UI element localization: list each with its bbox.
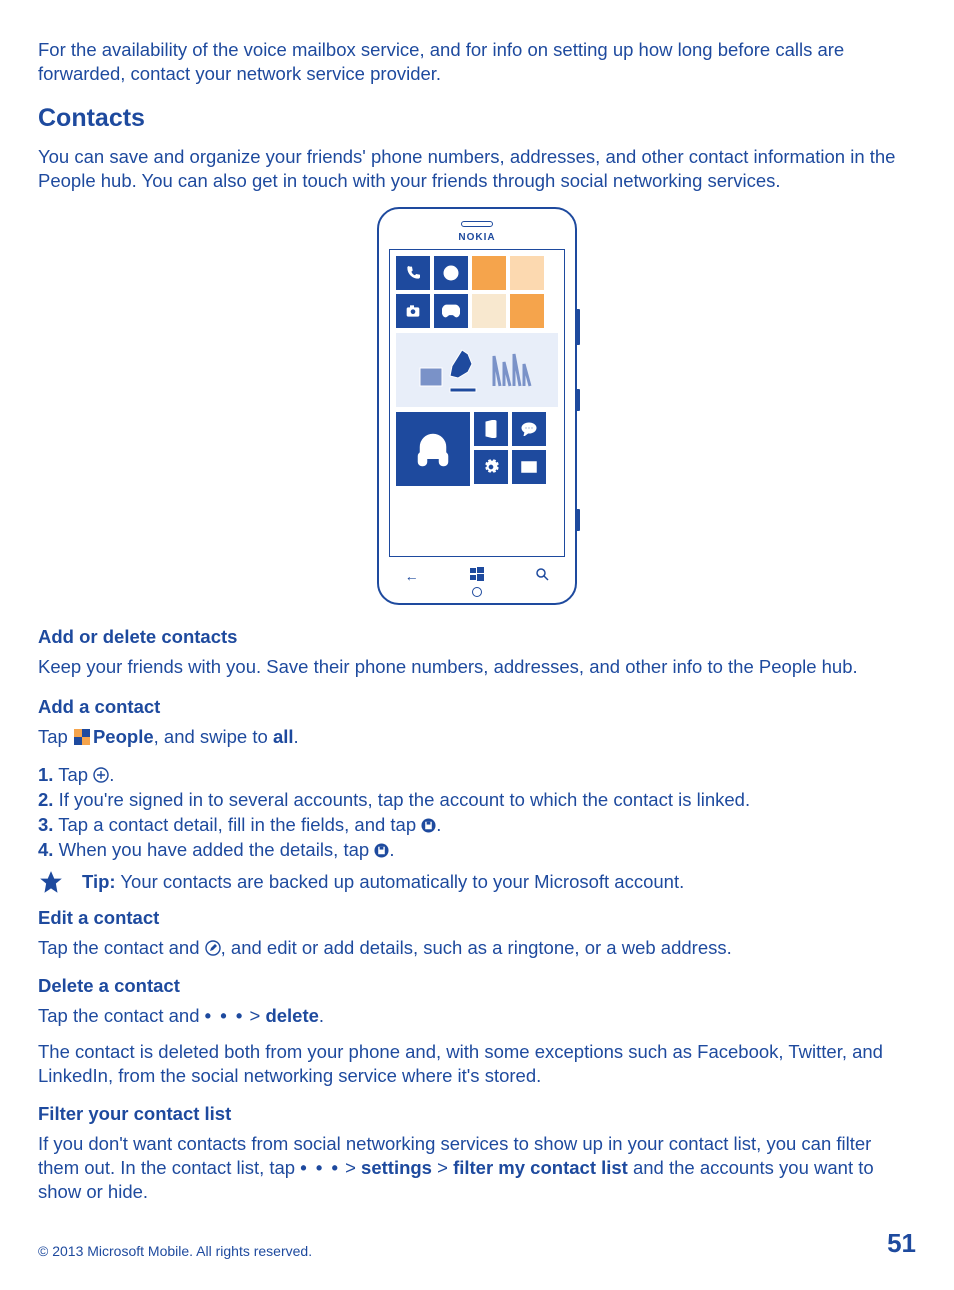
settings-tile-icon: [474, 450, 508, 484]
save-circle-icon: [421, 818, 436, 833]
plus-circle-icon: [93, 767, 109, 783]
search-icon: [535, 567, 549, 585]
ellipsis-icon: • • •: [300, 1157, 340, 1178]
browser-tile-icon: [434, 256, 468, 290]
office-tile-icon: [474, 412, 508, 446]
people-tile-icon: [74, 729, 90, 745]
subheading-filter-list: Filter your contact list: [38, 1102, 916, 1126]
ellipsis-icon: • • •: [205, 1005, 245, 1026]
subheading-edit-contact: Edit a contact: [38, 906, 916, 930]
subheading-add-delete: Add or delete contacts: [38, 625, 916, 649]
games-tile-icon: [434, 294, 468, 328]
messaging-tile-icon: [512, 412, 546, 446]
back-icon: ←: [405, 567, 419, 585]
delete-contact-desc: The contact is deleted both from your ph…: [38, 1040, 916, 1088]
phone-navbar: ←: [379, 565, 575, 587]
tip-callout: Tip: Your contacts are backed up automat…: [38, 870, 916, 896]
filter-list-text: If you don't want contacts from social n…: [38, 1132, 916, 1204]
phone-illustration: NOKIA: [38, 207, 916, 605]
intro-paragraph: For the availability of the voice mailbo…: [38, 38, 916, 86]
step-1: 1. Tap .: [38, 763, 916, 787]
page-number: 51: [887, 1227, 916, 1261]
tip-text: Your contacts are backed up automaticall…: [116, 871, 685, 892]
photos-tile: [396, 333, 558, 407]
tip-label: Tip:: [82, 871, 116, 892]
music-tile-icon: [396, 412, 470, 486]
step-4: 4. When you have added the details, tap …: [38, 838, 916, 862]
contacts-description: You can save and organize your friends' …: [38, 145, 916, 193]
step-2: 2. If you're signed in to several accoun…: [38, 788, 916, 812]
mail-tile-icon: [512, 450, 546, 484]
add-contact-lead: Tap People, and swipe to all.: [38, 725, 916, 749]
save-circle-icon: [374, 843, 389, 858]
phone-tile-icon: [396, 256, 430, 290]
camera-tile-icon: [396, 294, 430, 328]
phone-logo: NOKIA: [379, 231, 575, 244]
step-3: 3. Tap a contact detail, fill in the fie…: [38, 813, 916, 837]
delete-contact-text: Tap the contact and • • • > delete.: [38, 1004, 916, 1028]
copyright-text: © 2013 Microsoft Mobile. All rights rese…: [38, 1242, 312, 1260]
subheading-add-contact: Add a contact: [38, 695, 916, 719]
add-delete-desc: Keep your friends with you. Save their p…: [38, 655, 916, 679]
edit-circle-icon: [205, 940, 221, 956]
section-heading-contacts: Contacts: [38, 102, 916, 135]
windows-icon: [470, 567, 484, 585]
star-icon: [38, 870, 66, 896]
edit-contact-text: Tap the contact and , and edit or add de…: [38, 936, 916, 960]
subheading-delete-contact: Delete a contact: [38, 974, 916, 998]
